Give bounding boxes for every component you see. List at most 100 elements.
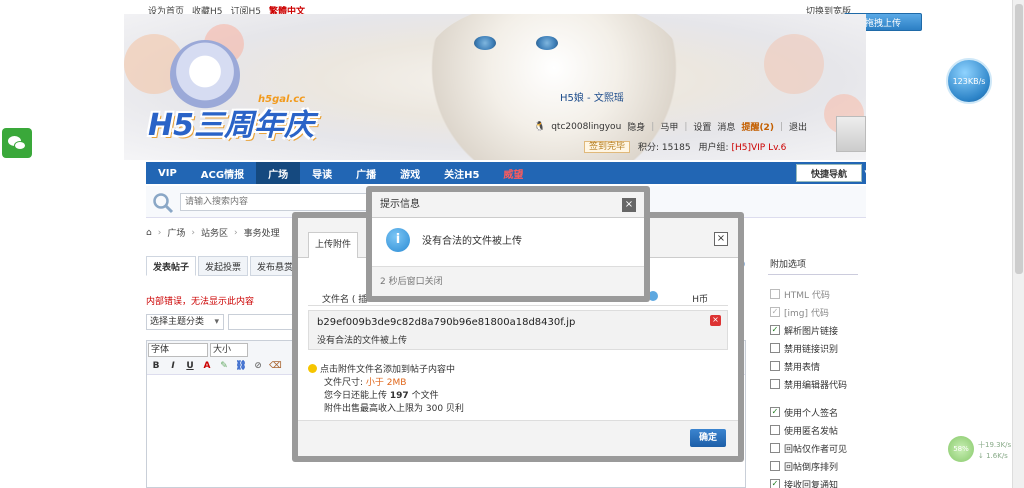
tab-upload-attachment[interactable]: 上传附件 (308, 232, 359, 258)
points-link[interactable]: 积分: 15185 (638, 140, 691, 153)
highlight-icon[interactable]: ✎ (218, 361, 230, 371)
prompt-countdown: 2 秒后窗口关闭 (372, 266, 644, 296)
attachment-filename[interactable]: b29ef009b3de9c82d8a790b96e81800a18d8430f… (317, 317, 575, 328)
breadcrumb-square[interactable]: 广场 (167, 226, 185, 239)
character-eye (536, 36, 558, 50)
attachment-status: 没有合法的文件被上传 (317, 336, 408, 346)
italic-icon[interactable]: I (167, 361, 179, 371)
nav-item-square[interactable]: 广场 (256, 162, 301, 184)
nav-item-acg[interactable]: ACG情报 (189, 162, 256, 184)
unlink-icon[interactable]: ⊘ (252, 361, 264, 371)
network-speed-ball[interactable]: 123KB/s (946, 58, 992, 104)
attachment-row[interactable]: b29ef009b3de9c82d8a790b96e81800a18d8430f… (308, 310, 728, 350)
user-group-link[interactable]: [H5]VIP Lv.6 (731, 143, 786, 153)
checkbox[interactable] (770, 343, 780, 353)
option-html[interactable]: HTML 代码 (770, 285, 847, 303)
checkbox[interactable] (770, 443, 780, 453)
size-select[interactable]: 大小 (210, 343, 248, 357)
scrollbar-thumb[interactable] (1015, 4, 1023, 274)
checkbox[interactable] (770, 289, 780, 299)
nav-item-vip[interactable]: VIP (146, 162, 189, 184)
nav-item-games[interactable]: 游戏 (388, 162, 432, 184)
underline-icon[interactable]: U (184, 361, 196, 371)
breadcrumb-site-affairs[interactable]: 站务区 (201, 226, 228, 239)
option-reply-notify[interactable]: ✓ 接收回复通知 (770, 475, 847, 488)
breadcrumb-affairs[interactable]: 事务处理 (244, 226, 280, 239)
banner-decoration (764, 34, 824, 94)
checkbox[interactable]: ✓ (770, 407, 780, 417)
option-label: 使用个人签名 (784, 408, 839, 419)
delete-icon[interactable]: × (710, 315, 721, 326)
checkbox[interactable] (770, 461, 780, 471)
divider (768, 274, 858, 275)
confirm-button[interactable]: 确定 (690, 429, 726, 447)
invisible-link[interactable]: 隐身 (627, 120, 645, 133)
vest-link[interactable]: 马甲 (660, 120, 678, 133)
option-label: 解析图片链接 (784, 326, 839, 337)
page-scrollbar[interactable] (1012, 0, 1024, 488)
site-domain: h5gal.cc (258, 94, 306, 105)
checkbox[interactable]: ✓ (770, 307, 780, 317)
option-disable-link-detect[interactable]: 禁用链接识别 (770, 339, 847, 357)
quick-nav-button[interactable]: 快捷导航 (796, 164, 869, 182)
site-logo[interactable]: H5三周年庆 (148, 100, 314, 144)
option-disable-editor-code[interactable]: 禁用编辑器代码 (770, 375, 847, 393)
info-icon: i (386, 228, 410, 252)
chevron-right-icon: › (157, 227, 162, 238)
username-link[interactable]: qtc2008lingyou (551, 122, 621, 132)
banner-caption: H5娘 - 文熙瑶 (560, 93, 624, 104)
prompt-message: 没有合法的文件被上传 (422, 236, 522, 247)
title-input[interactable] (228, 314, 298, 330)
nav-item-broadcast[interactable]: 广播 (344, 162, 388, 184)
link-icon[interactable]: ⛓ (235, 361, 247, 371)
tab-new-post[interactable]: 发表帖子 (146, 256, 197, 276)
checkbox[interactable] (770, 361, 780, 371)
checkbox[interactable]: ✓ (770, 325, 780, 335)
nav-item-guide[interactable]: 导读 (300, 162, 344, 184)
font-select[interactable]: 字体 (148, 343, 208, 357)
text-color-icon[interactable]: A (201, 361, 213, 371)
quota-suffix: 个文件 (411, 391, 439, 401)
upload-info: 点击附件文件名添加到帖子内容中 文件尺寸: 小于 2MB 您今日还能上传 197… (308, 364, 464, 416)
format-buttons: B I U A ✎ ⛓ ⊘ ⌫ (150, 361, 282, 371)
topic-category-select[interactable]: 选择主题分类 (146, 314, 224, 330)
messages-link[interactable]: 消息 (717, 120, 735, 133)
prompt-dialog-body: 提示信息 × i 没有合法的文件被上传 2 秒后窗口关闭 (372, 192, 644, 296)
home-icon[interactable]: ⌂ (146, 228, 152, 238)
nav-item-prestige[interactable]: 威望 (491, 162, 535, 184)
wechat-icon[interactable] (2, 128, 32, 158)
info-hint: 点击附件文件名添加到帖子内容中 (320, 365, 456, 375)
bold-icon[interactable]: B (150, 361, 162, 371)
close-icon[interactable]: × (622, 198, 636, 212)
reminders-link[interactable]: 提醒(2) (741, 120, 774, 133)
option-author-only-reply[interactable]: 回帖仅作者可见 (770, 439, 847, 457)
tab-new-poll[interactable]: 发起投票 (198, 256, 249, 276)
checkbox[interactable] (770, 425, 780, 435)
checkbox[interactable]: ✓ (770, 479, 780, 488)
option-label: [img] 代码 (784, 308, 829, 319)
close-icon[interactable]: × (714, 232, 728, 246)
option-parse-image-links[interactable]: ✓ 解析图片链接 (770, 321, 847, 339)
avatar[interactable] (836, 116, 866, 152)
main-nav: VIP ACG情报 广场 导读 广播 游戏 关注H5 威望 快捷导航 (146, 162, 869, 184)
dialog-footer: 确定 (298, 420, 738, 456)
search-icon[interactable] (152, 192, 174, 214)
option-img[interactable]: ✓ [img] 代码 (770, 303, 847, 321)
nav-item-follow[interactable]: 关注H5 (432, 162, 491, 184)
option-signature[interactable]: ✓ 使用个人签名 (770, 403, 847, 421)
settings-link[interactable]: 设置 (693, 120, 711, 133)
search-input[interactable] (180, 193, 370, 211)
divider: | (651, 121, 655, 132)
option-reverse-order[interactable]: 回帖倒序排列 (770, 457, 847, 475)
eraser-icon[interactable]: ⌫ (269, 361, 282, 371)
option-label: HTML 代码 (784, 290, 830, 301)
option-disable-smilies[interactable]: 禁用表情 (770, 357, 847, 375)
option-anonymous[interactable]: 使用匿名发帖 (770, 421, 847, 439)
logout-link[interactable]: 退出 (789, 120, 807, 133)
column-hb: H币 (692, 295, 708, 305)
checkbox[interactable] (770, 379, 780, 389)
signed-in-button[interactable]: 签到完毕 (584, 140, 631, 153)
sale-limit: 附件出售最高收入上限为 300 贝利 (324, 404, 464, 414)
memory-ball[interactable]: 58% (948, 436, 974, 462)
